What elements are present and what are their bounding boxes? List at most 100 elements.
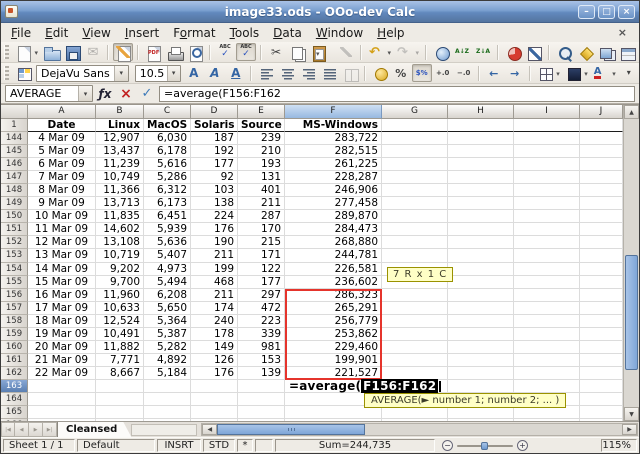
- cell[interactable]: 224: [191, 210, 238, 223]
- cell[interactable]: 18 Mar 09: [28, 315, 96, 328]
- cell[interactable]: [580, 132, 623, 145]
- row-header-159[interactable]: 159: [1, 328, 28, 341]
- row-header-147[interactable]: 147: [1, 171, 28, 184]
- data-sources-icon[interactable]: [617, 43, 637, 61]
- function-wizard-icon[interactable]: ƒx: [96, 87, 114, 101]
- cell[interactable]: 8,667: [96, 367, 144, 380]
- bold-icon[interactable]: A: [184, 64, 204, 82]
- cell[interactable]: 244,781: [285, 249, 382, 262]
- cell[interactable]: 187: [191, 132, 238, 145]
- column-header-f[interactable]: F: [285, 105, 382, 119]
- cell[interactable]: [448, 341, 514, 354]
- cell[interactable]: 261,225: [285, 158, 382, 171]
- cell[interactable]: 981: [238, 341, 285, 354]
- cell[interactable]: [382, 367, 448, 380]
- cell[interactable]: 199,901: [285, 354, 382, 367]
- column-header-h[interactable]: H: [448, 105, 514, 119]
- cell[interactable]: 153: [238, 354, 285, 367]
- cell[interactable]: 4,892: [144, 354, 191, 367]
- cell[interactable]: 193: [238, 158, 285, 171]
- cell[interactable]: [382, 197, 448, 210]
- sort-ascending-icon[interactable]: A↓Z: [452, 43, 472, 61]
- menu-insert[interactable]: Insert: [118, 25, 166, 41]
- cell[interactable]: [448, 223, 514, 236]
- paste-icon[interactable]: [308, 43, 335, 61]
- menu-window[interactable]: Window: [309, 25, 370, 41]
- cell[interactable]: [448, 276, 514, 289]
- cell[interactable]: [448, 315, 514, 328]
- cell[interactable]: 9,700: [96, 276, 144, 289]
- cell[interactable]: 11,366: [96, 184, 144, 197]
- cell[interactable]: 265,291: [285, 302, 382, 315]
- cell[interactable]: 5,282: [144, 341, 191, 354]
- cell[interactable]: 211: [191, 289, 238, 302]
- undo-icon[interactable]: ↶: [366, 43, 393, 61]
- cell[interactable]: 13 Mar 09: [28, 249, 96, 262]
- cell[interactable]: 11 Mar 09: [28, 223, 96, 236]
- last-sheet-button[interactable]: ▶|: [43, 422, 57, 437]
- cell[interactable]: [144, 393, 191, 406]
- cell[interactable]: [96, 380, 144, 393]
- vertical-scrollbar[interactable]: ▲ ▼: [623, 105, 639, 421]
- cell[interactable]: 6,030: [144, 132, 191, 145]
- cell[interactable]: 177: [191, 158, 238, 171]
- cell[interactable]: 13,108: [96, 236, 144, 249]
- cell[interactable]: 10,491: [96, 328, 144, 341]
- cell[interactable]: [285, 419, 382, 421]
- cell[interactable]: 177: [238, 276, 285, 289]
- cell[interactable]: [580, 119, 623, 132]
- auto-spellcheck-icon[interactable]: ABC: [236, 43, 256, 61]
- menu-file[interactable]: File: [4, 25, 38, 41]
- cell[interactable]: 176: [191, 367, 238, 380]
- accept-icon[interactable]: ✓: [138, 86, 156, 101]
- cell[interactable]: 21 Mar 09: [28, 354, 96, 367]
- cell[interactable]: 286,323: [285, 289, 382, 302]
- cell[interactable]: 282,515: [285, 145, 382, 158]
- cell[interactable]: [191, 380, 238, 393]
- gallery-icon[interactable]: [596, 43, 616, 61]
- cell[interactable]: [28, 393, 96, 406]
- cell[interactable]: [514, 145, 580, 158]
- cell[interactable]: [580, 354, 623, 367]
- cell[interactable]: [514, 315, 580, 328]
- font-size-combobox[interactable]: 10.5: [135, 65, 181, 82]
- vertical-scroll-thumb[interactable]: [625, 255, 638, 370]
- cell[interactable]: [580, 419, 623, 421]
- zoom-in-icon[interactable]: +: [517, 440, 528, 451]
- cell[interactable]: 253,862: [285, 328, 382, 341]
- cell[interactable]: 6,312: [144, 184, 191, 197]
- cell[interactable]: [382, 236, 448, 249]
- cell[interactable]: 5,616: [144, 158, 191, 171]
- cell[interactable]: Solaris: [191, 119, 238, 132]
- align-right-icon[interactable]: [298, 64, 318, 82]
- cell[interactable]: 19 Mar 09: [28, 328, 96, 341]
- cell[interactable]: [144, 380, 191, 393]
- cell[interactable]: [448, 302, 514, 315]
- row-header-164[interactable]: 164: [1, 393, 28, 406]
- menu-format[interactable]: Format: [166, 25, 222, 41]
- column-header-g[interactable]: G: [382, 105, 448, 119]
- row-header-150[interactable]: 150: [1, 210, 28, 223]
- show-draw-functions-icon[interactable]: [524, 43, 544, 61]
- cell[interactable]: [191, 419, 238, 421]
- cell[interactable]: 12 Mar 09: [28, 236, 96, 249]
- navigator-icon[interactable]: [575, 43, 595, 61]
- cell[interactable]: 256,779: [285, 315, 382, 328]
- cell[interactable]: [448, 354, 514, 367]
- menu-view[interactable]: View: [75, 25, 117, 41]
- cell[interactable]: 13,437: [96, 145, 144, 158]
- cell[interactable]: [382, 328, 448, 341]
- horizontal-scrollbar[interactable]: ◀ ▶: [201, 423, 638, 436]
- cell[interactable]: 7,771: [96, 354, 144, 367]
- cell[interactable]: [514, 132, 580, 145]
- cell[interactable]: [580, 341, 623, 354]
- row-header-1[interactable]: 1: [1, 119, 28, 132]
- cell[interactable]: 6,208: [144, 289, 191, 302]
- add-decimal-place-icon[interactable]: +.0: [433, 64, 453, 82]
- cell[interactable]: [580, 315, 623, 328]
- cell[interactable]: [382, 158, 448, 171]
- cell[interactable]: [580, 197, 623, 210]
- close-icon[interactable]: ×: [618, 5, 635, 19]
- cell[interactable]: [96, 393, 144, 406]
- toolbar-grip[interactable]: [4, 66, 9, 80]
